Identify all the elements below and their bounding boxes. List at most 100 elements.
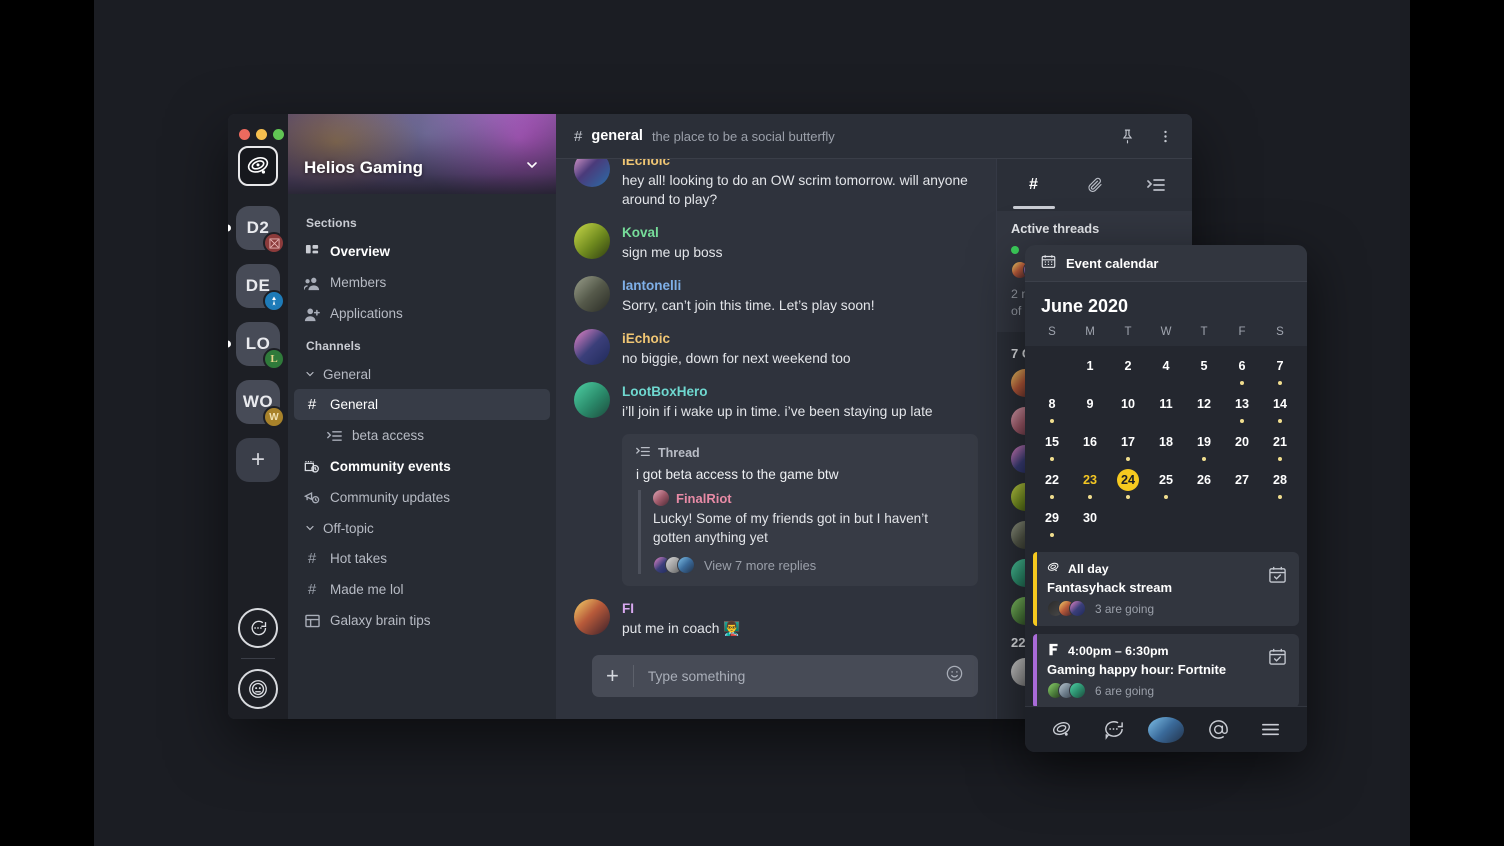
calendar-check-icon[interactable]	[1268, 647, 1287, 671]
calendar-day[interactable]: 1	[1071, 350, 1109, 388]
server-banner[interactable]: Helios Gaming	[288, 114, 556, 194]
avatar[interactable]	[574, 159, 610, 187]
calendar-day-number: 21	[1272, 435, 1287, 449]
calendar-day[interactable]: 9	[1071, 388, 1109, 426]
chevron-down-icon[interactable]	[524, 157, 540, 178]
calendar-day[interactable]: 19	[1185, 426, 1223, 464]
calendar-day[interactable]: 29	[1033, 502, 1071, 540]
chat-icon[interactable]	[1097, 713, 1131, 747]
event-dot-icon	[1088, 495, 1092, 499]
calendar-day[interactable]: 28	[1261, 464, 1299, 502]
message-author: Iantonelli	[622, 278, 682, 293]
thread-card[interactable]: Thread i got beta access to the game btw…	[622, 434, 978, 586]
channel-group-general[interactable]: General	[294, 359, 550, 389]
calendar-grid[interactable]: 1 2 4 5 6 7 8 9 10 11 12 13 14 15 16 17 18 19 20 21 22 23 24 25…	[1025, 346, 1307, 548]
calendar-day[interactable]: 23	[1071, 464, 1109, 502]
sidebar-item-general[interactable]: # General	[294, 389, 550, 420]
event-dot-icon	[1050, 457, 1054, 461]
event-item[interactable]: All day Fantasyhack stream 3 are going	[1033, 552, 1299, 626]
calendar-day[interactable]: 14	[1261, 388, 1299, 426]
channel-topic: the place to be a social butterfly	[651, 128, 835, 144]
menu-icon[interactable]	[1254, 713, 1288, 747]
avatar[interactable]	[574, 382, 610, 418]
calendar-day[interactable]: 17	[1109, 426, 1147, 464]
calendar-day[interactable]: 7	[1261, 350, 1299, 388]
sidebar-item-hot-takes[interactable]: # Hot takes	[294, 543, 550, 574]
event-list[interactable]: All day Fantasyhack stream 3 are going 4…	[1025, 548, 1307, 706]
server-item[interactable]: LO L	[228, 322, 285, 370]
sidebar-item-members[interactable]: Members	[294, 267, 550, 298]
pin-icon[interactable]	[1119, 128, 1136, 145]
calendar-day[interactable]: 21	[1261, 426, 1299, 464]
calendar-day[interactable]: 30	[1071, 502, 1109, 540]
calendar-day[interactable]: 12	[1185, 388, 1223, 426]
avatar[interactable]	[574, 276, 610, 312]
channel-group-off-topic[interactable]: Off-topic	[294, 513, 550, 543]
server-item[interactable]: WO W	[236, 380, 285, 428]
calendar-day[interactable]: 6	[1223, 350, 1261, 388]
mentions-icon[interactable]	[1201, 713, 1235, 747]
calendar-day[interactable]: 5	[1185, 350, 1223, 388]
calendar-day[interactable]: 20	[1223, 426, 1261, 464]
server-item[interactable]: DE	[236, 264, 285, 312]
message-list[interactable]: iEchoic hey all! looking to do an OW scr…	[556, 159, 996, 719]
calendar-day[interactable]: 22	[1033, 464, 1071, 502]
tab-channel[interactable]: #	[1011, 166, 1057, 209]
calendar-day[interactable]: 16	[1071, 426, 1109, 464]
event-item[interactable]: 4:00pm – 6:30pm Gaming happy hour: Fortn…	[1033, 634, 1299, 706]
channel-name: general	[591, 128, 643, 144]
calendar-day[interactable]: 8	[1033, 388, 1071, 426]
sidebar-item-beta-access[interactable]: beta access	[294, 420, 550, 451]
avatar[interactable]	[574, 599, 610, 635]
sidebar-item-overview[interactable]: Overview	[294, 236, 550, 267]
add-server-button[interactable]: +	[236, 438, 280, 482]
more-options-icon[interactable]	[1157, 128, 1174, 145]
close-button[interactable]	[239, 129, 250, 140]
calendar-day-number: 22	[1044, 473, 1059, 487]
avatar[interactable]	[574, 329, 610, 365]
emoji-icon[interactable]	[945, 664, 964, 688]
sidebar-item-applications[interactable]: Applications	[294, 298, 550, 329]
message-input[interactable]: Type something	[648, 669, 931, 684]
messages-icon[interactable]	[238, 608, 278, 648]
sidebar-item-community-events[interactable]: Community events	[294, 451, 550, 482]
calendar-day[interactable]: 26	[1185, 464, 1223, 502]
calendar-day[interactable]: 13	[1223, 388, 1261, 426]
message: Iantonelli Sorry, can’t join this time. …	[574, 269, 996, 322]
event-dot-icon	[1278, 457, 1282, 461]
threads-icon[interactable]	[1133, 166, 1179, 204]
weekday-label: T	[1124, 326, 1132, 338]
galaxy-logo-icon[interactable]	[238, 146, 278, 186]
server-item[interactable]: D2	[228, 206, 285, 254]
sidebar-item-made-me-lol[interactable]: # Made me lol	[294, 574, 550, 605]
calendar-day[interactable]: 24	[1109, 464, 1147, 502]
maximize-button[interactable]	[273, 129, 284, 140]
calendar-day[interactable]: 18	[1147, 426, 1185, 464]
calendar-day[interactable]: 15	[1033, 426, 1071, 464]
attachment-icon[interactable]	[1072, 166, 1118, 204]
avatar[interactable]	[574, 223, 610, 259]
calendar-day[interactable]: 10	[1109, 388, 1147, 426]
calendar-day[interactable]: 25	[1147, 464, 1185, 502]
view-more-replies[interactable]: View 7 more replies	[653, 556, 964, 574]
sidebar-item-galaxy-brain-tips[interactable]: Galaxy brain tips	[294, 605, 550, 636]
calendar-day[interactable]: 11	[1147, 388, 1185, 426]
calendar-day[interactable]: 2	[1109, 350, 1147, 388]
calendar-month: June 2020	[1025, 282, 1307, 326]
weekday-label: S	[1048, 326, 1056, 338]
avatar-icon[interactable]	[238, 669, 278, 709]
minimize-button[interactable]	[256, 129, 267, 140]
calendar-check-icon[interactable]	[1268, 565, 1287, 589]
galaxy-home-icon[interactable]	[1044, 713, 1078, 747]
add-attachment-button[interactable]: +	[606, 665, 619, 687]
message-author: iEchoic	[622, 159, 671, 168]
warcraft-badge-icon: W	[263, 406, 285, 428]
sidebar-item-community-updates[interactable]: Community updates	[294, 482, 550, 513]
calendar-day[interactable]: 27	[1223, 464, 1261, 502]
unread-pip	[228, 340, 231, 348]
calendar-day[interactable]: 4	[1147, 350, 1185, 388]
calendar-bottom-bar	[1025, 706, 1307, 752]
message-composer[interactable]: + Type something	[592, 655, 978, 697]
profile-avatar-icon[interactable]	[1147, 713, 1184, 747]
sidebar-scroll[interactable]: Sections Overview Members Applications C…	[288, 194, 556, 719]
